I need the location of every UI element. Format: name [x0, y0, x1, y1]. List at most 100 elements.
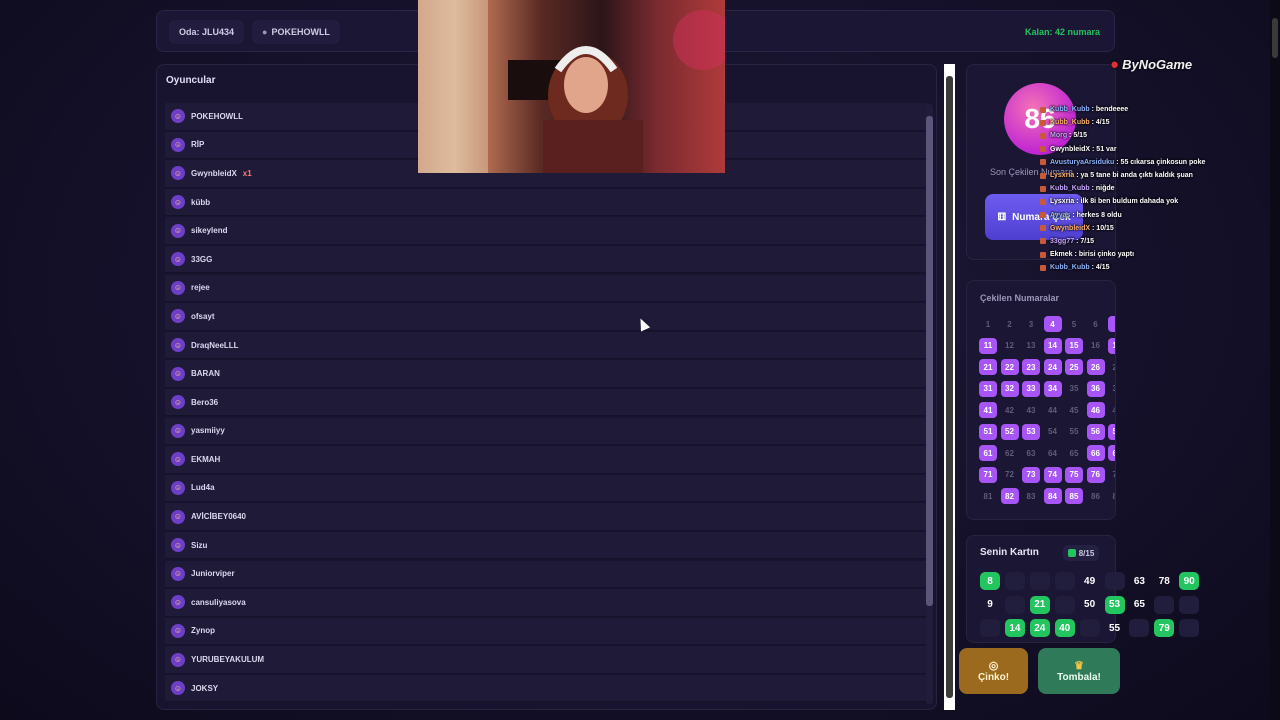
player-row[interactable]: ☺ BARAN	[165, 360, 927, 388]
drawn-number-cell: 51	[979, 423, 997, 440]
player-row[interactable]: ☺ sikeylend	[165, 217, 927, 245]
chat-message: Kubb_Kubb : 4/15	[1040, 116, 1230, 129]
player-name: 33GG	[191, 254, 213, 264]
card-number-cell[interactable]: 79	[1154, 619, 1175, 637]
player-avatar-icon: ☺	[171, 423, 185, 438]
player-row[interactable]: ☺ YURUBEYAKULUM	[165, 646, 927, 674]
player-row[interactable]: ☺ Sizu	[165, 531, 927, 560]
card-number-cell[interactable]	[1079, 619, 1100, 637]
player-row[interactable]: ☺ Bero36	[165, 388, 927, 417]
chat-username: GwynbleidX	[1050, 145, 1091, 153]
drawn-number-cell: 5	[1071, 319, 1077, 329]
user-icon: ●	[262, 27, 268, 37]
chat-badge-icon	[1040, 119, 1046, 126]
drawn-number-cell: 1	[985, 319, 991, 329]
drawn-number-cell: 54	[1048, 427, 1057, 436]
card-number-cell[interactable]	[1154, 595, 1175, 614]
chat-badge-icon	[1040, 132, 1046, 139]
drawn-number-cell: 21	[979, 359, 997, 375]
player-row[interactable]: ☺ ofsayt	[165, 303, 927, 331]
dice-icon: ⚅	[997, 211, 1007, 223]
card-number-cell[interactable]: 65	[1129, 596, 1149, 614]
player-name: POKEHOWLL	[191, 111, 243, 121]
player-row[interactable]: ☺ rejee	[165, 274, 927, 303]
chat-message: Lysxria : ya 5 tane bi anda çıktı kaldık…	[1040, 169, 1230, 182]
player-avatar-icon: ☺	[171, 681, 185, 696]
chat-badge-icon	[1040, 172, 1046, 179]
chat-badge-icon	[1040, 159, 1046, 166]
card-number-cell[interactable]: 49	[1080, 572, 1100, 590]
chat-text: ya 5 tane bi anda çıktı kaldık şuan	[1080, 172, 1193, 180]
drawn-number-cell: 63	[1026, 448, 1036, 458]
webcam-image	[418, 0, 725, 173]
card-number-cell[interactable]	[1004, 595, 1025, 614]
drawn-number-cell: 36	[1086, 380, 1105, 397]
player-row[interactable]: ☺ DraqNeeLLL	[165, 331, 927, 360]
card-number-cell[interactable]: 14	[1004, 619, 1025, 637]
chat-badge-icon	[1040, 198, 1046, 205]
card-number-cell[interactable]: 63	[1129, 572, 1149, 590]
player-avatar-icon: ☺	[171, 623, 185, 638]
card-number-cell[interactable]: 90	[1179, 572, 1200, 590]
drawn-number-cell: 75	[1065, 466, 1083, 483]
drawn-number-cell: 14	[1043, 337, 1062, 354]
player-avatar-icon: ☺	[171, 452, 185, 467]
player-name: GwynbleidX	[191, 168, 237, 178]
drawn-number-cell: 55	[1069, 427, 1079, 436]
drawn-number-cell: 34	[1043, 380, 1062, 397]
card-number-cell[interactable]: 9	[980, 596, 1000, 614]
chat-badge-icon	[1040, 251, 1046, 258]
card-number-cell[interactable]: 8	[980, 572, 1000, 590]
drawn-number-cell: 45	[1069, 405, 1079, 415]
card-number-cell[interactable]: 55	[1105, 619, 1125, 637]
player-row[interactable]: ☺ 33GG	[165, 245, 927, 274]
card-number-cell[interactable]	[1179, 619, 1200, 637]
card-number-cell[interactable]: 53	[1104, 595, 1125, 614]
player-name: Lud4a	[191, 483, 215, 493]
card-number-cell[interactable]	[1004, 572, 1025, 590]
chat-badge-icon	[1040, 185, 1046, 192]
player-row[interactable]: ☺ JOKSY	[165, 674, 927, 703]
drawn-number-cell: 44	[1048, 405, 1057, 415]
cinko-button[interactable]: ◎ Çinko!	[959, 648, 1028, 694]
card-number-cell[interactable]: 21	[1029, 595, 1050, 614]
chat-badge-icon	[1040, 212, 1046, 219]
player-row[interactable]: ☺ yasmiiyy	[165, 417, 927, 446]
drawn-number-cell: 43	[1026, 405, 1036, 415]
stream-logo: ● ByNoGame	[1110, 56, 1192, 73]
player-row[interactable]: ☺ Lud4a	[165, 474, 927, 503]
card-number-cell[interactable]	[1129, 619, 1150, 637]
card-number-cell[interactable]	[1029, 572, 1050, 590]
card-number-cell[interactable]	[1054, 595, 1075, 614]
card-number-cell[interactable]: 78	[1154, 572, 1174, 590]
drawn-number-cell: 16	[1091, 341, 1100, 350]
room-code: Oda: JLU434	[179, 27, 235, 37]
tombala-button[interactable]: ♛ Tombala!	[1038, 648, 1120, 694]
player-row[interactable]: ☺ cansuliyasova	[165, 589, 927, 617]
player-row[interactable]: ☺ AVİCİBEY0640	[165, 503, 927, 531]
drawn-number-cell: 64	[1048, 448, 1057, 458]
chat-username: 33gg77	[1050, 237, 1075, 245]
chat-text: birisi çinko yaptı	[1078, 251, 1135, 259]
player-avatar-icon: ☺	[171, 395, 185, 410]
card-number-cell[interactable]: 50	[1080, 596, 1100, 614]
card-number-cell[interactable]	[1054, 572, 1075, 590]
players-scroll-thumb[interactable]	[926, 116, 933, 606]
card-number-cell[interactable]	[980, 619, 1000, 637]
room-code-pill: Oda: JLU434	[169, 20, 245, 44]
player-row[interactable]: ☺ Juniorviper	[165, 560, 927, 588]
player-row[interactable]: ☺ kübb	[165, 188, 927, 217]
logo-mark-icon: ●	[1110, 56, 1120, 73]
card-number-cell[interactable]	[1104, 572, 1125, 590]
drawn-number-cell: 83	[1026, 491, 1036, 501]
card-number-cell[interactable]	[1179, 595, 1200, 614]
player-name: sikeylend	[191, 226, 228, 236]
page-scroll-thumb[interactable]	[946, 76, 953, 698]
player-row[interactable]: ☺ Zynop	[165, 617, 927, 646]
card-number-cell[interactable]: 40	[1054, 619, 1075, 637]
window-scroll-thumb[interactable]	[1272, 18, 1278, 58]
player-row[interactable]: ☺ EKMAH	[165, 446, 927, 474]
card-number-cell[interactable]: 24	[1029, 619, 1050, 637]
drawn-number-cell: 31	[979, 380, 997, 397]
window-scrollbar[interactable]	[1270, 0, 1280, 720]
